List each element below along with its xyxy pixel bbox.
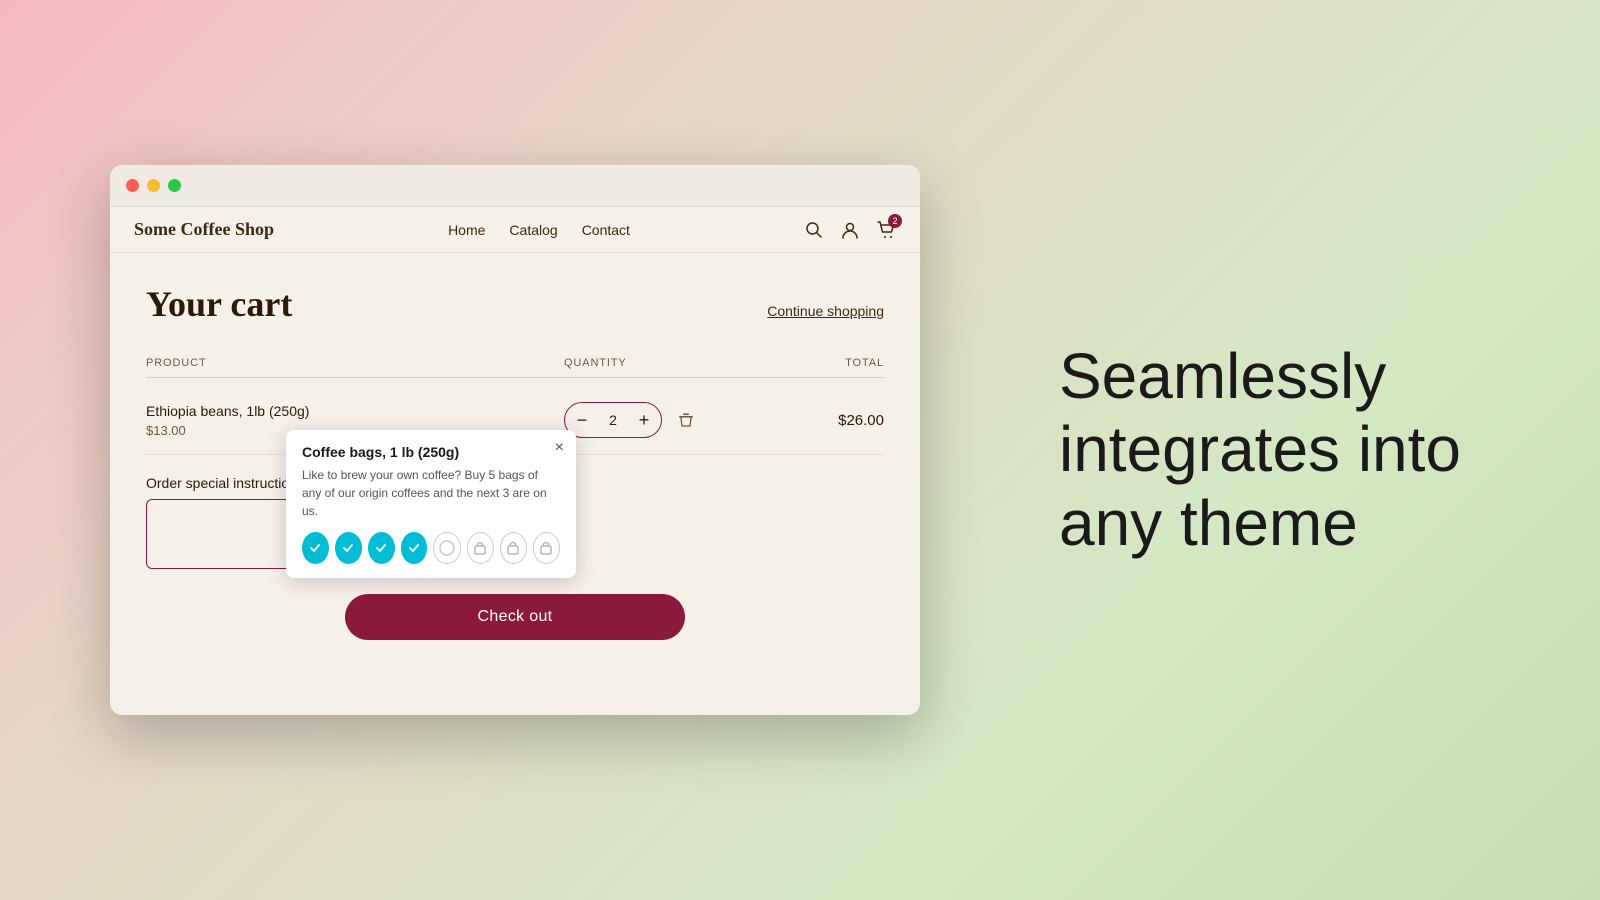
tagline-line2: integrates into [1059, 413, 1461, 485]
quantity-stepper: − 2 + [564, 402, 662, 438]
nav-home[interactable]: Home [448, 222, 485, 238]
popup-icon-bag-3 [533, 532, 560, 564]
popup-title: Coffee bags, 1 lb (250g) [302, 444, 560, 460]
maximize-button[interactable] [168, 179, 181, 192]
main-content: Your cart Continue shopping PRODUCT QUAN… [110, 253, 920, 670]
quantity-increase-button[interactable]: + [627, 403, 661, 437]
header-quantity: QUANTITY [564, 357, 764, 369]
tagline-line1: Seamlessly [1059, 340, 1386, 412]
cart-header: Your cart Continue shopping [146, 283, 884, 325]
popup-icon-checked-1 [302, 532, 329, 564]
table-header: PRODUCT QUANTITY TOTAL [146, 349, 884, 378]
delete-item-button[interactable] [678, 412, 694, 428]
quantity-value: 2 [599, 412, 627, 428]
popup-icon-empty-1 [433, 532, 460, 564]
popup-icon-checked-2 [335, 532, 362, 564]
mac-window: Some Coffee Shop Home Catalog Contact [110, 165, 920, 715]
brand-logo: Some Coffee Shop [134, 219, 274, 240]
popup-icon-bag-2 [500, 532, 527, 564]
close-button[interactable] [126, 179, 139, 192]
account-icon[interactable] [840, 220, 860, 240]
search-icon[interactable] [804, 220, 824, 240]
popup-icons [302, 532, 560, 564]
popup-description: Like to brew your own coffee? Buy 5 bags… [302, 466, 560, 520]
nav-icons: 2 [804, 220, 896, 240]
popup-icon-bag-1 [467, 532, 494, 564]
cart-icon[interactable]: 2 [876, 220, 896, 240]
cart-badge: 2 [888, 214, 902, 228]
checkout-button[interactable]: Check out [345, 594, 685, 640]
header-product: PRODUCT [146, 357, 564, 369]
checkout-section: Check out [146, 594, 884, 640]
product-row: Ethiopia beans, 1lb (250g) $13.00 − 2 + [146, 386, 884, 455]
mac-titlebar [110, 165, 920, 207]
popup-icon-checked-3 [368, 532, 395, 564]
header-total: TOTAL [764, 357, 884, 369]
tagline: Seamlessly integrates into any theme [1059, 340, 1461, 561]
nav-catalog[interactable]: Catalog [509, 222, 557, 238]
cart-title: Your cart [146, 283, 292, 325]
nav-links: Home Catalog Contact [448, 222, 630, 238]
popup-icon-checked-4 [401, 532, 428, 564]
navbar: Some Coffee Shop Home Catalog Contact [110, 207, 920, 253]
product-name: Ethiopia beans, 1lb (250g) [146, 403, 564, 419]
continue-shopping-link[interactable]: Continue shopping [767, 303, 884, 319]
minimize-button[interactable] [147, 179, 160, 192]
nav-contact[interactable]: Contact [582, 222, 630, 238]
right-panel: Seamlessly integrates into any theme [920, 300, 1600, 601]
quantity-controls: − 2 + [564, 402, 764, 438]
product-total: $26.00 [764, 412, 884, 429]
popup-close-button[interactable]: × [555, 440, 564, 456]
tagline-line3: any theme [1059, 487, 1358, 559]
upsell-popup: × Coffee bags, 1 lb (250g) Like to brew … [286, 430, 576, 578]
